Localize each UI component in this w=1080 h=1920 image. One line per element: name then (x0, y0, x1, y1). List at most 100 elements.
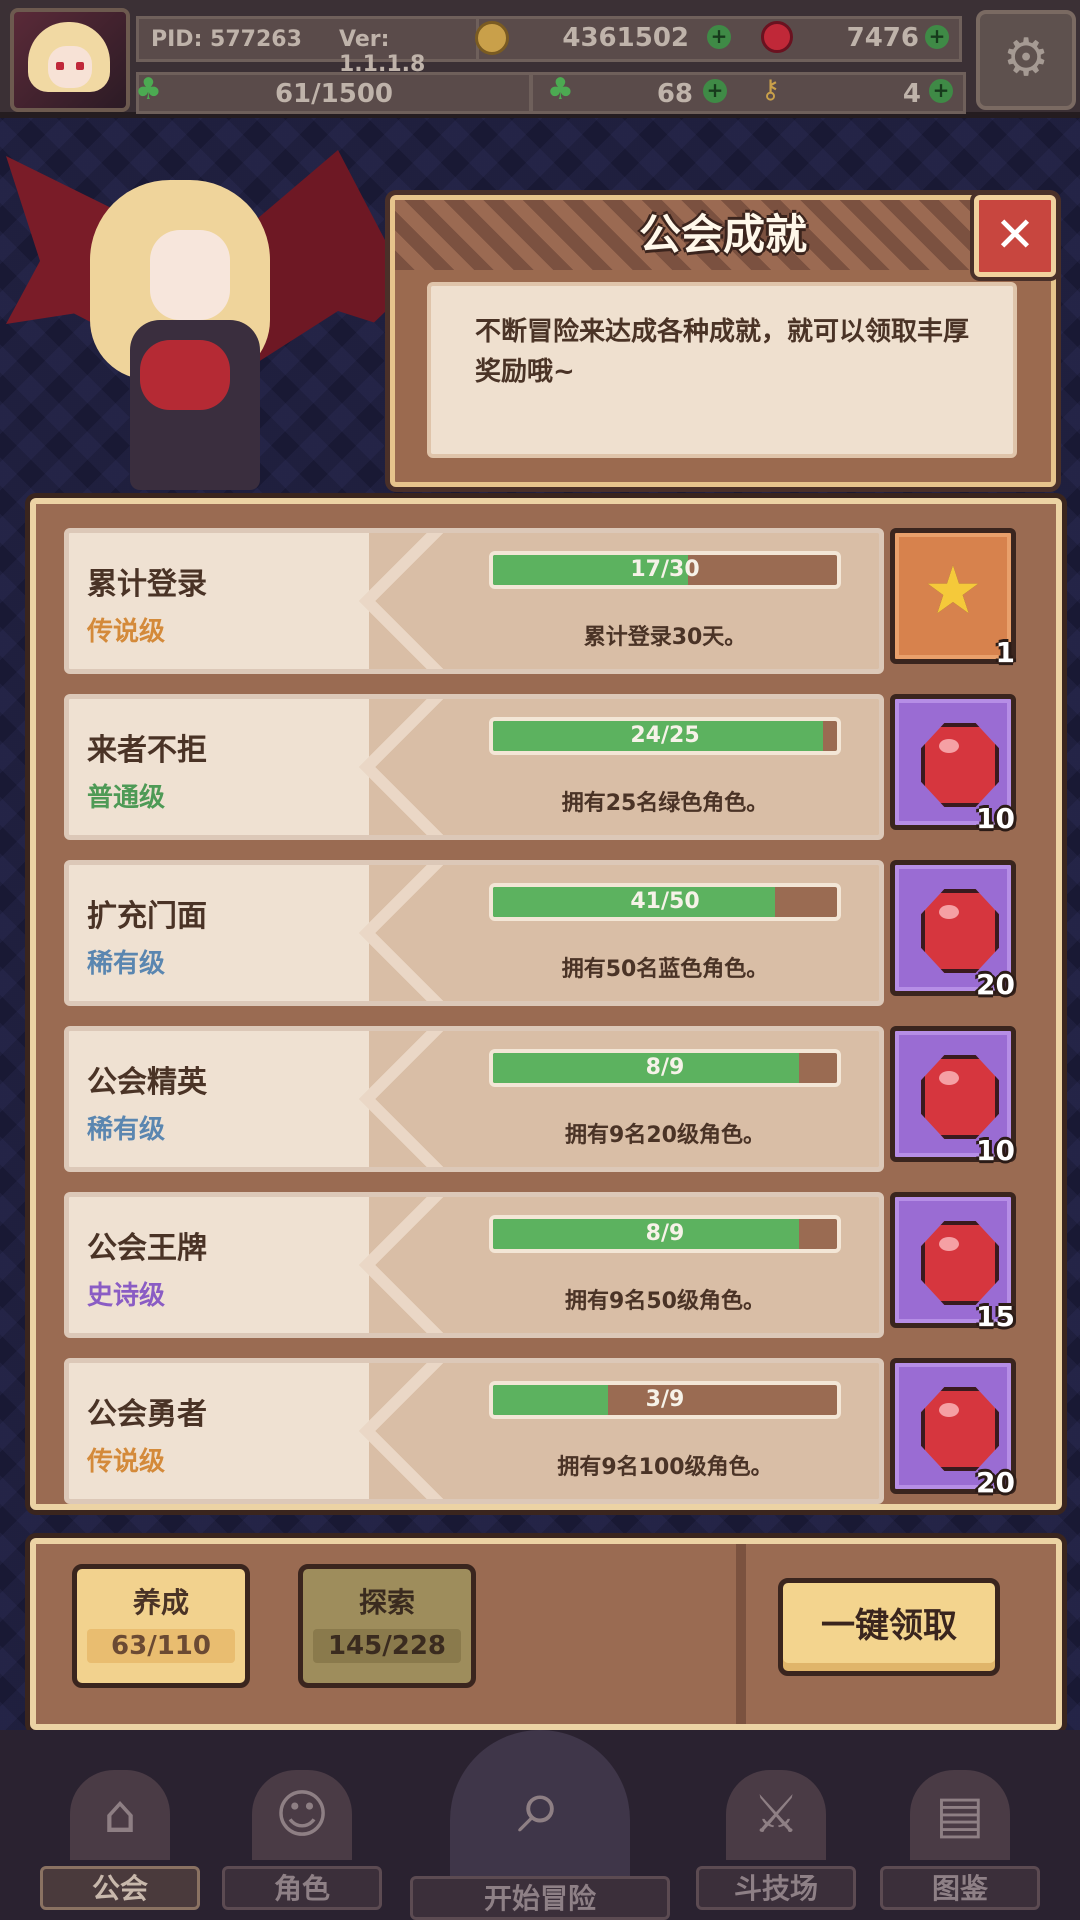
stamina-value: 61/1500 (274, 79, 394, 109)
achievement-name: 扩充门面 (87, 899, 207, 934)
settings-gear-icon[interactable]: ⚙ (976, 10, 1076, 110)
nav-character[interactable]: ☺ 角色 (222, 1770, 382, 1910)
stamina-box: ♣ 61/1500 (135, 72, 532, 114)
add-key-icon[interactable]: + (929, 79, 953, 103)
achievement-progress-bar: 41/50 (489, 883, 841, 921)
achievement-name: 公会勇者 (87, 1397, 207, 1432)
ruby-reward-icon (921, 1387, 999, 1471)
achievement-tier: 普通级 (87, 783, 166, 813)
achievement-row: 公会王牌 史诗级 8/9 拥有9名50级角色。 15 (64, 1192, 1019, 1338)
achievement-card: 公会精英 稀有级 8/9 拥有9名20级角色。 (64, 1026, 884, 1172)
achievement-tier: 传说级 (87, 1447, 166, 1477)
book-icon: ▤ (910, 1770, 1010, 1860)
explore-progress: 145/228 (313, 1629, 461, 1663)
achievement-progress-bar: 8/9 (489, 1215, 841, 1253)
reward-slot[interactable]: 10 (890, 694, 1016, 835)
player-info-box: PID: 577263 Ver: 1.1.1.8 (136, 16, 482, 77)
achievement-card: 公会王牌 史诗级 8/9 拥有9名50级角色。 (64, 1192, 884, 1338)
bottom-navigation: ⌂ 公会 ☺ 角色 ⌕ 开始冒险 ⚔ 斗技场 ▤ 图鉴 (0, 1730, 1080, 1920)
explore-label: 探索 (358, 1586, 415, 1619)
reward-count: 15 (976, 1300, 1015, 1333)
reward-count: 10 (976, 1134, 1015, 1167)
footer-divider (736, 1544, 746, 1724)
progress-text: 8/9 (645, 1221, 685, 1246)
claim-all-button[interactable]: 一键领取 (778, 1578, 1000, 1676)
progress-text: 41/50 (630, 889, 700, 914)
gold-amount: 4361502 (562, 23, 689, 53)
achievement-tier: 稀有级 (87, 1115, 166, 1145)
train-progress: 63/110 (87, 1629, 235, 1663)
add-clover-icon[interactable]: + (703, 79, 727, 103)
achievement-card: 来者不拒 普通级 24/25 拥有25名绿色角色。 (64, 694, 884, 840)
nav-codex[interactable]: ▤ 图鉴 (880, 1770, 1040, 1910)
close-icon[interactable]: ✕ (974, 195, 1056, 277)
succubus-character-art (0, 140, 420, 500)
achievement-tier: 稀有级 (87, 949, 166, 979)
star-reward-icon: ★ (923, 552, 983, 629)
character-portrait-icon: ☺ (252, 1770, 352, 1860)
nav-arena[interactable]: ⚔ 斗技场 (696, 1770, 856, 1910)
progress-text: 8/9 (645, 1055, 685, 1080)
player-avatar[interactable] (10, 8, 130, 112)
achievement-description: 拥有9名100级角色。 (557, 1455, 773, 1480)
achievement-name: 来者不拒 (87, 733, 207, 768)
achievement-row: 来者不拒 普通级 24/25 拥有25名绿色角色。 10 (64, 694, 1019, 840)
add-gem-icon[interactable]: + (925, 25, 949, 49)
top-bar: PID: 577263 Ver: 1.1.1.8 4361502 + 7476 … (0, 0, 1080, 118)
achievement-card: 累计登录 传说级 17/30 累计登录30天。 (64, 528, 884, 674)
reward-count: 10 (976, 802, 1015, 835)
train-label: 养成 (132, 1586, 189, 1619)
clover-icon: ♣ (547, 72, 574, 107)
reward-slot[interactable]: 20 (890, 1358, 1016, 1499)
nav-adventure-label: 开始冒险 (410, 1876, 670, 1920)
reward-slot[interactable]: 10 (890, 1026, 1016, 1167)
achievement-progress-bar: 24/25 (489, 717, 841, 755)
currency-box: 4361502 + 7476 + (475, 16, 962, 62)
achievement-description: 拥有50名蓝色角色。 (561, 957, 769, 982)
achievement-row: 扩充门面 稀有级 41/50 拥有50名蓝色角色。 20 (64, 860, 1019, 1006)
nav-guild[interactable]: ⌂ 公会 (40, 1770, 200, 1910)
ruby-gem-icon (761, 21, 793, 53)
achievement-progress-bar: 3/9 (489, 1381, 841, 1419)
key-amount: 4 (902, 79, 921, 109)
ruby-reward-icon (921, 1221, 999, 1305)
chevron-decoration (329, 1031, 469, 1167)
achievement-description: 拥有25名绿色角色。 (561, 791, 769, 816)
description-text: 不断冒险来达成各种成就，就可以领取丰厚奖励哦~ (475, 317, 970, 387)
achievement-description: 累计登录30天。 (583, 625, 747, 650)
chevron-decoration (329, 1363, 469, 1499)
achievement-progress-bar: 8/9 (489, 1049, 841, 1087)
panel-title: 公会成就 (638, 210, 807, 259)
achievement-header-panel: 公会成就 不断冒险来达成各种成就，就可以领取丰厚奖励哦~ (390, 195, 1056, 487)
progress-text: 3/9 (645, 1387, 685, 1412)
nav-start-adventure[interactable]: ⌕ 开始冒险 (410, 1730, 670, 1920)
achievement-name: 公会精英 (87, 1065, 207, 1100)
reward-slot[interactable]: 20 (890, 860, 1016, 1001)
chevron-decoration (329, 865, 469, 1001)
achievement-name: 公会王牌 (87, 1231, 207, 1266)
nav-codex-label: 图鉴 (880, 1866, 1040, 1910)
chevron-decoration (329, 533, 469, 669)
clover-amount: 68 (656, 79, 693, 109)
items-box: ♣ 68 + ⚷ 4 + (530, 72, 966, 114)
ruby-reward-icon (921, 723, 999, 807)
achievement-tier: 史诗级 (87, 1281, 166, 1311)
reward-count: 20 (976, 968, 1015, 1001)
achievement-description: 拥有9名50级角色。 (565, 1289, 765, 1314)
reward-slot[interactable]: ★ 1 (890, 528, 1016, 669)
gem-amount: 7476 (846, 23, 919, 53)
description-box: 不断冒险来达成各种成就，就可以领取丰厚奖励哦~ (427, 282, 1017, 458)
train-category-button[interactable]: 养成 63/110 (72, 1564, 250, 1688)
achievement-row: 累计登录 传说级 17/30 累计登录30天。 ★ 1 (64, 528, 1019, 674)
crossed-swords-icon: ⚔ (726, 1770, 826, 1860)
reward-slot[interactable]: 15 (890, 1192, 1016, 1333)
explore-category-button[interactable]: 探索 145/228 (298, 1564, 476, 1688)
achievement-card: 扩充门面 稀有级 41/50 拥有50名蓝色角色。 (64, 860, 884, 1006)
reward-count: 20 (976, 1466, 1015, 1499)
achievement-row: 公会勇者 传说级 3/9 拥有9名100级角色。 20 (64, 1358, 1019, 1504)
player-id: PID: 577263 (151, 27, 302, 52)
nav-guild-label: 公会 (40, 1866, 200, 1910)
achievement-tier: 传说级 (87, 617, 166, 647)
nav-character-label: 角色 (222, 1866, 382, 1910)
add-gold-icon[interactable]: + (707, 25, 731, 49)
